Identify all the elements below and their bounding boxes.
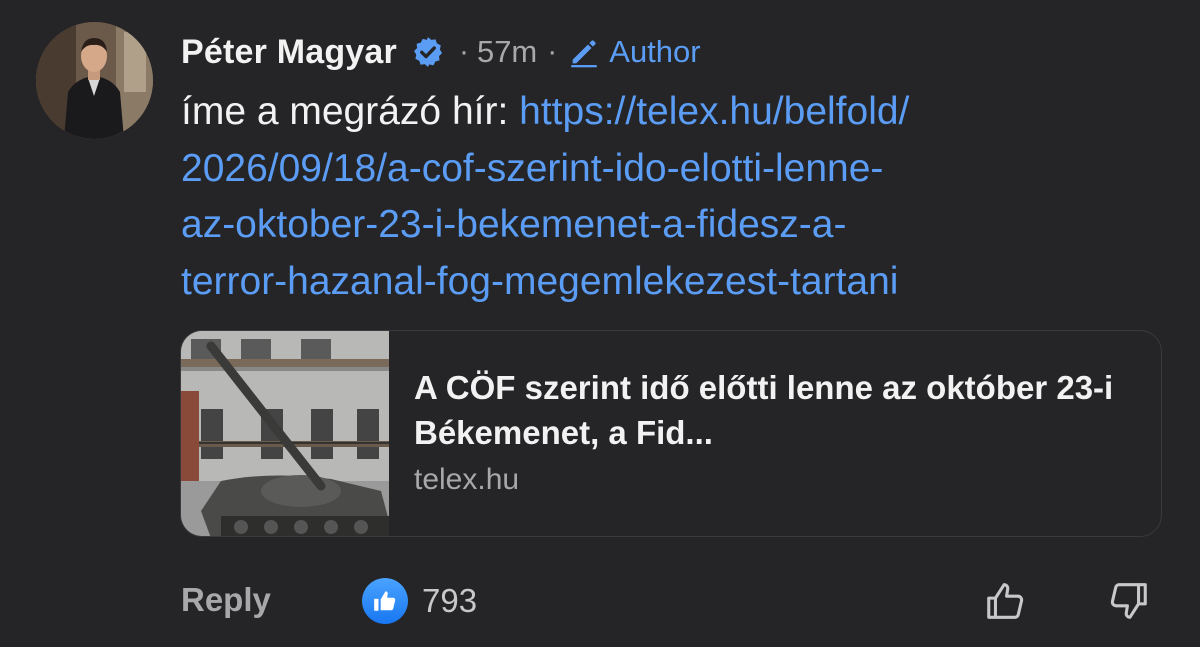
comment-body: íme a megrázó hír: https://telex.hu/belf… [181, 84, 1161, 310]
like-count: 793 [422, 582, 478, 619]
comment-timestamp[interactable]: 57m [477, 34, 537, 70]
link-line-4: terror-hazanal-fog-megemlekezest-tartani [181, 259, 899, 303]
preview-domain: telex.hu [414, 463, 520, 496]
link-line-2: 2026/09/18/a-cof-szerint-ido-elotti-lenn… [181, 146, 884, 190]
comment-actions: Reply 793 [181, 576, 1171, 628]
comment-header: Péter Magyar · 57m · Author [181, 30, 701, 74]
avatar-image [36, 22, 153, 139]
thumbs-down-outline-icon [1110, 583, 1147, 619]
thumbs-up-icon [362, 578, 408, 624]
author-badge: Author [567, 34, 701, 70]
link-preview-card[interactable]: A CÖF szerint idő előtti lenne az októbe… [180, 330, 1162, 537]
author-name[interactable]: Péter Magyar [181, 33, 397, 72]
author-badge-label: Author [609, 34, 701, 69]
preview-title: A CÖF szerint idő előtti lenne az októbe… [414, 369, 1114, 451]
verified-badge-icon [411, 35, 445, 69]
link-line-3: az-oktober-23-i-bekemenet-a-fidesz-a- [181, 203, 847, 246]
header-separator: · [547, 35, 558, 68]
reaction-summary[interactable]: 793 [362, 578, 477, 624]
pencil-icon [571, 40, 598, 68]
header-separator: · [458, 35, 469, 68]
upvote-button[interactable] [981, 576, 1031, 626]
preview-text: A CÖF szerint idő előtti lenne az októbe… [389, 331, 1161, 536]
reply-button[interactable]: Reply [181, 581, 271, 619]
link-line-1: https://telex.hu/belfold/ [519, 90, 910, 133]
comment: Péter Magyar · 57m · Author íme a megráz… [0, 0, 1200, 647]
preview-thumbnail [181, 331, 389, 536]
thumbs-up-outline-icon [987, 583, 1024, 619]
avatar[interactable] [36, 22, 153, 139]
downvote-button[interactable] [1103, 576, 1153, 626]
comment-text: íme a megrázó hír: [181, 90, 520, 133]
